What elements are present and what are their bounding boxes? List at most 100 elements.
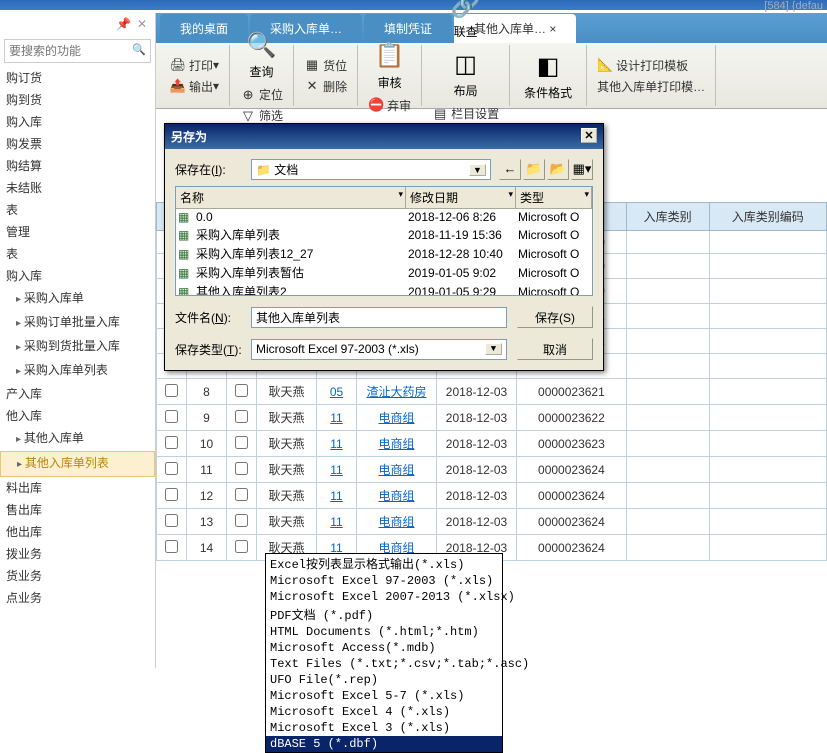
col-name[interactable]: 名称 — [176, 187, 406, 208]
layout-button[interactable]: ◫布局 — [428, 44, 503, 103]
table-header[interactable]: 入库类别 — [626, 203, 709, 231]
row-checkbox2[interactable] — [235, 514, 248, 527]
table-row[interactable]: 12耿天燕11电商组2018-12-030000023624 — [157, 483, 827, 509]
code-link[interactable]: 11 — [330, 411, 342, 425]
row-checkbox2[interactable] — [235, 436, 248, 449]
file-row[interactable]: ▦其他入库单列表22019-01-05 9:29Microsoft O — [176, 282, 592, 296]
view-button[interactable]: ▦▾ — [571, 159, 593, 180]
filetype-select[interactable]: Microsoft Excel 97-2003 (*.xls) — [251, 339, 507, 360]
code-link[interactable]: 11 — [330, 437, 342, 451]
pin-icon[interactable]: 📌 — [116, 17, 131, 31]
nav-item[interactable]: 其他入库单列表 — [0, 451, 155, 477]
group-link[interactable]: 电商组 — [378, 437, 414, 451]
dropdown-item[interactable]: Microsoft Excel 5-7 (*.xls) — [266, 688, 502, 704]
row-checkbox2[interactable] — [235, 540, 248, 553]
locate-button[interactable]: ⊕定位 — [236, 84, 287, 105]
dropdown-item[interactable]: Microsoft Excel 97-2003 (*.xls) — [266, 573, 502, 589]
row-checkbox[interactable] — [165, 540, 178, 553]
nav-item[interactable]: 购结算 — [0, 155, 155, 177]
nav-item[interactable]: 购入库 — [0, 111, 155, 133]
nav-item[interactable]: 点业务 — [0, 587, 155, 609]
table-row[interactable]: 11耿天燕11电商组2018-12-030000023624 — [157, 457, 827, 483]
nav-item[interactable]: 拨业务 — [0, 543, 155, 565]
nav-item[interactable]: 表 — [0, 243, 155, 265]
dropdown-item[interactable]: Microsoft Excel 4 (*.xls) — [266, 704, 502, 720]
row-checkbox2[interactable] — [235, 462, 248, 475]
row-checkbox2[interactable] — [235, 410, 248, 423]
nav-item[interactable]: 未结账 — [0, 177, 155, 199]
row-checkbox[interactable] — [165, 514, 178, 527]
row-checkbox[interactable] — [165, 436, 178, 449]
dropdown-item[interactable]: UFO File(*.rep) — [266, 672, 502, 688]
dropdown-item[interactable]: Excel按列表显示格式输出(*.xls) — [266, 554, 502, 573]
nav-item[interactable]: 购到货 — [0, 89, 155, 111]
table-row[interactable]: 10耿天燕11电商组2018-12-030000023623 — [157, 431, 827, 457]
nav-item[interactable]: 售出库 — [0, 499, 155, 521]
group-link[interactable]: 电商组 — [378, 489, 414, 503]
nav-item[interactable]: 料出库 — [0, 477, 155, 499]
dropdown-item[interactable]: Text Files (*.txt;*.csv;*.tab;*.asc) — [266, 656, 502, 672]
nav-item[interactable]: 采购订单批量入库 — [0, 311, 155, 335]
nav-item[interactable]: 管理 — [0, 221, 155, 243]
nav-item[interactable]: 采购入库单 — [0, 287, 155, 311]
search-box[interactable] — [4, 39, 151, 63]
dropdown-item[interactable]: Microsoft Excel 3 (*.xls) — [266, 720, 502, 736]
relate-button[interactable]: 🔗联查 — [428, 0, 503, 44]
nav-item[interactable]: 他出库 — [0, 521, 155, 543]
col-date[interactable]: 修改日期 — [406, 187, 516, 208]
table-row[interactable]: 8耿天燕05渣沚大药房2018-12-030000023621 — [157, 379, 827, 405]
search-input[interactable] — [9, 42, 130, 60]
nav-item[interactable]: 表 — [0, 199, 155, 221]
code-link[interactable]: 11 — [330, 489, 342, 503]
dropdown-item[interactable]: dBASE 5 (*.dbf) — [266, 736, 502, 752]
group-link[interactable]: 电商组 — [378, 515, 414, 529]
file-row[interactable]: ▦0.02018-12-06 8:26Microsoft O — [176, 209, 592, 225]
delete-button[interactable]: ✕删除 — [300, 76, 351, 97]
print-button[interactable]: 🖨打印 ▾ — [166, 55, 223, 76]
filename-input[interactable]: 其他入库单列表 — [251, 307, 507, 328]
column-settings-button[interactable]: ▤栏目设置 — [428, 103, 503, 124]
nav-item[interactable]: 采购到货批量入库 — [0, 335, 155, 359]
other-template-button[interactable]: 其他入库单打印模… — [593, 76, 709, 97]
dropdown-item[interactable]: Microsoft Access(*.mdb) — [266, 640, 502, 656]
cancel-button[interactable]: 取消 — [517, 338, 593, 360]
dropdown-item[interactable]: PDF文档 (*.pdf) — [266, 605, 502, 624]
query-button[interactable]: 🔍查询 — [236, 25, 287, 84]
back-button[interactable]: ← — [499, 159, 521, 180]
group-link[interactable]: 渣沚大药房 — [366, 385, 426, 399]
row-checkbox[interactable] — [165, 410, 178, 423]
tab[interactable]: 我的桌面 — [160, 14, 248, 43]
dropdown-item[interactable]: Microsoft Excel 2007-2013 (*.xlsx) — [266, 589, 502, 605]
table-header[interactable]: 入库类别编码 — [709, 203, 827, 231]
nav-item[interactable]: 购入库 — [0, 265, 155, 287]
row-checkbox[interactable] — [165, 384, 178, 397]
row-checkbox[interactable] — [165, 462, 178, 475]
file-list[interactable]: 名称 修改日期 类型 ▦0.02018-12-06 8:26Microsoft … — [175, 186, 593, 296]
audit-button[interactable]: 📋审核 — [364, 36, 415, 95]
row-checkbox2[interactable] — [235, 488, 248, 501]
nav-item[interactable]: 货业务 — [0, 565, 155, 587]
close-sidebar-icon[interactable]: ✕ — [137, 17, 147, 31]
abandon-button[interactable]: ⛔弃审 — [364, 95, 415, 116]
row-checkbox2[interactable] — [235, 384, 248, 397]
group-link[interactable]: 电商组 — [378, 463, 414, 477]
stock-button[interactable]: ▦货位 — [300, 55, 351, 76]
dropdown-item[interactable]: HTML Documents (*.html;*.htm) — [266, 624, 502, 640]
cond-format-button[interactable]: ◧条件格式 — [516, 46, 580, 105]
dialog-title-bar[interactable]: 另存为 ✕ — [165, 124, 603, 149]
table-row[interactable]: 9耿天燕11电商组2018-12-030000023622 — [157, 405, 827, 431]
col-type[interactable]: 类型 — [516, 187, 592, 208]
file-row[interactable]: ▦采购入库单列表暂估2019-01-05 9:02Microsoft O — [176, 263, 592, 282]
dialog-close-button[interactable]: ✕ — [581, 128, 597, 143]
nav-item[interactable]: 购发票 — [0, 133, 155, 155]
output-button[interactable]: 📤输出 ▾ — [166, 76, 223, 97]
nav-item[interactable]: 他入库 — [0, 405, 155, 427]
code-link[interactable]: 11 — [330, 463, 342, 477]
save-button[interactable]: 保存(S) — [517, 306, 593, 328]
nav-item[interactable]: 其他入库单 — [0, 427, 155, 451]
file-row[interactable]: ▦采购入库单列表2018-11-19 15:36Microsoft O — [176, 225, 592, 244]
nav-item[interactable]: 产入库 — [0, 383, 155, 405]
up-button[interactable]: 📁 — [523, 159, 545, 180]
file-row[interactable]: ▦采购入库单列表12_272018-12-28 10:40Microsoft O — [176, 244, 592, 263]
design-template-button[interactable]: 📐设计打印模板 — [593, 55, 709, 76]
